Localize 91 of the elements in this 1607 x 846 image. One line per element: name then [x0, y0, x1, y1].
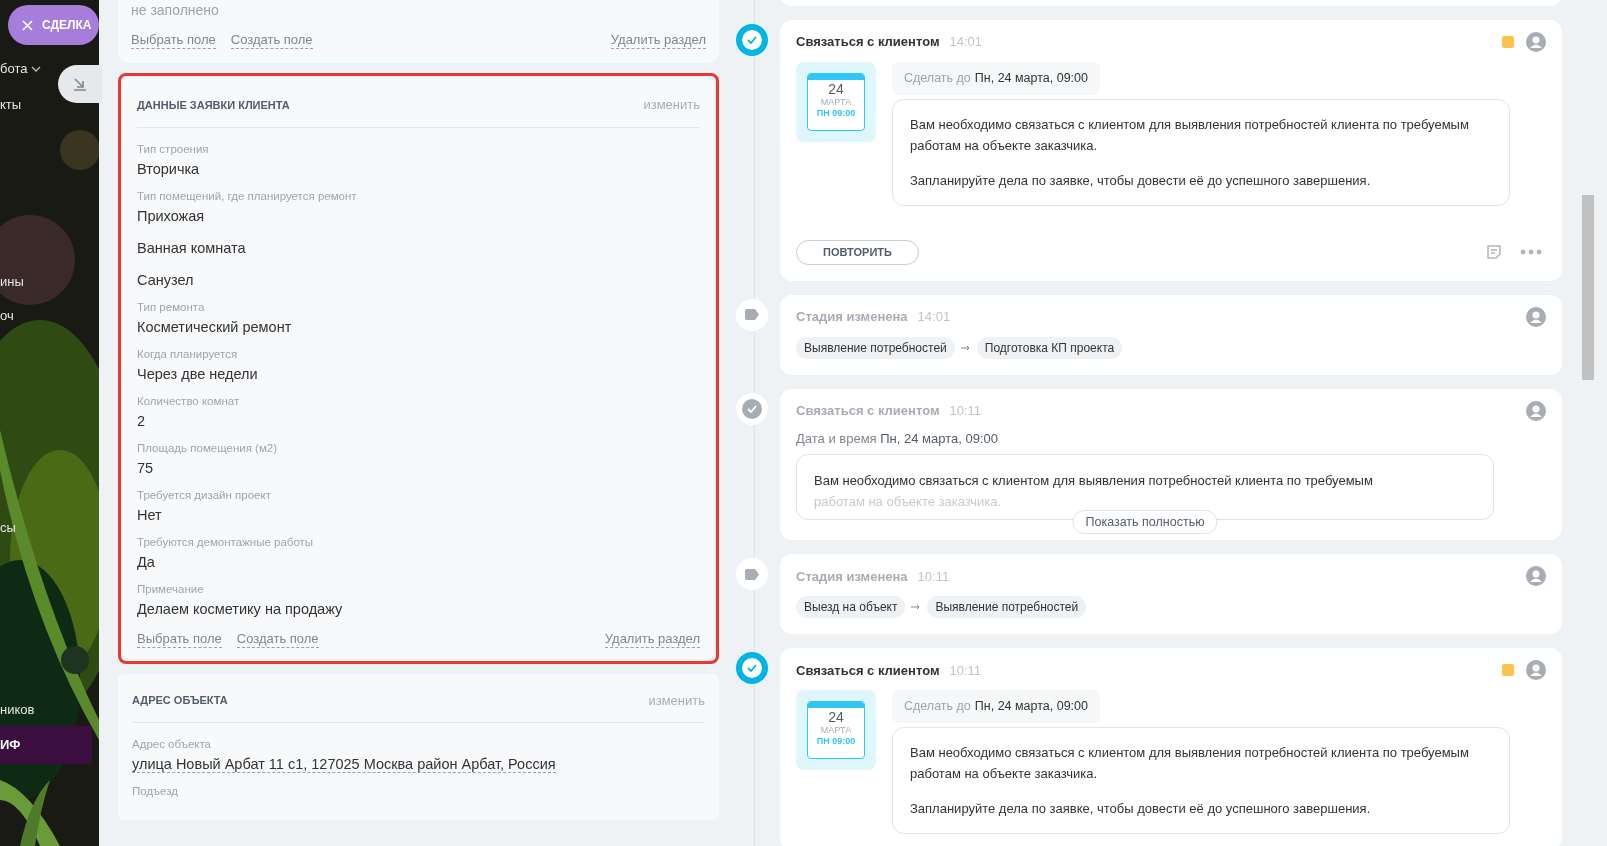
- sidebar-item[interactable]: сы: [0, 518, 16, 538]
- field-label: Когда планируется: [137, 346, 239, 362]
- section-title: ДАННЫЕ ЗАЯВКИ КЛИЕНТА: [137, 97, 290, 113]
- arrow-icon: [911, 604, 922, 611]
- delete-section-link[interactable]: Удалить раздел: [610, 32, 706, 49]
- field-label: Требуется дизайн проект: [137, 487, 272, 503]
- field-label: Требуются демонтажные работы: [137, 534, 315, 550]
- deadline-label: Сделать до: [904, 70, 971, 87]
- check-icon: [736, 392, 768, 425]
- flag-icon: [1502, 36, 1514, 48]
- sidebar-item[interactable]: ИФ: [0, 726, 92, 764]
- chevron-icon: [31, 66, 42, 72]
- field-label: Подъезд: [132, 784, 179, 799]
- calendar-time: ПН 09:00: [816, 736, 856, 748]
- event-title: Связаться с клиентом: [796, 661, 940, 680]
- event-time: 14:01: [917, 308, 951, 326]
- event-title: Стадия изменена: [796, 308, 908, 326]
- field-label: Тип помещений, где планируется ремонт: [137, 188, 358, 204]
- comment-text: Запланируйте дела по заявке, чтобы довести её до успешного завершения.: [910, 171, 1372, 190]
- field-label: Тип ремонта: [137, 299, 206, 315]
- field-value: Через две недели: [137, 365, 258, 382]
- field-value: Делаем косметику на продажу: [137, 600, 343, 617]
- field-link[interactable]: Создать поле: [236, 630, 319, 648]
- delete-section-link[interactable]: Удалить раздел: [604, 630, 700, 648]
- field-value: 75: [137, 459, 154, 476]
- field-label: Площадь помещения (м2): [137, 440, 279, 456]
- field-label: Адрес объекта: [132, 737, 212, 752]
- sidebar-item[interactable]: оч: [0, 306, 14, 326]
- sidebar-item[interactable]: ников: [0, 700, 35, 720]
- field-value: Санузел: [137, 271, 194, 288]
- field-value: 2: [137, 412, 146, 429]
- calendar-day: 24: [828, 709, 844, 726]
- arrow-icon: [960, 344, 971, 351]
- sidebar-item[interactable]: ины: [0, 272, 24, 292]
- calendar-day: 24: [828, 81, 844, 97]
- show-more-button[interactable]: Показать полностью: [1072, 510, 1218, 535]
- stage-tag: Подготовка КП проекта: [976, 336, 1123, 359]
- user-avatar-icon: [1526, 660, 1546, 681]
- collapse-icon: [72, 76, 88, 92]
- field-link[interactable]: Выбрать поле: [137, 630, 222, 648]
- user-avatar-icon: [1526, 306, 1546, 327]
- event-title: Связаться с клиентом: [796, 402, 940, 420]
- scrollbar-thumb[interactable]: [1582, 195, 1594, 380]
- field-value: Вторичка: [137, 160, 200, 177]
- stage-tag: Выезд на объект: [796, 596, 906, 619]
- event-time: 10:11: [917, 567, 950, 586]
- section-title: АДРЕС ОБЪЕКТА: [132, 693, 228, 708]
- sidebar-item[interactable]: кты: [0, 95, 22, 115]
- deadline-label: Сделать до: [904, 698, 971, 716]
- stage-icon: [736, 558, 768, 591]
- note-icon[interactable]: [1486, 244, 1502, 261]
- flag-icon: [1502, 664, 1514, 677]
- more-icon[interactable]: [1520, 249, 1542, 256]
- collapse-button[interactable]: [58, 65, 102, 103]
- empty-value: не заполнено: [131, 1, 220, 20]
- stage-tag: Выявление потребностей: [927, 596, 1087, 619]
- field-link[interactable]: Выбрать поле: [131, 32, 216, 49]
- field-value: Да: [137, 553, 155, 570]
- comment-text: Вам необходимо связаться с клиентом для выявления потребностей клиента по требуемым работам на объекте заказчика.: [910, 744, 1470, 783]
- event-time: 14:01: [949, 33, 983, 52]
- event-title: Связаться с клиентом: [796, 33, 940, 52]
- calendar-month: МАРТА: [820, 725, 852, 737]
- field-value: Нет: [137, 506, 162, 523]
- calendar-time: ПН 09:00: [816, 108, 856, 119]
- date-label: Дата и время: [796, 430, 878, 446]
- comment-text: Запланируйте дела по заявке, чтобы довести её до успешного завершения.: [910, 800, 1372, 818]
- date-value: Пн, 24 марта, 09:00: [880, 430, 998, 446]
- comment-text: Вам необходимо связаться с клиентом для выявления потребностей клиента по требуемым: [814, 472, 1374, 491]
- field-label: Примечание: [137, 581, 205, 597]
- comment-text: Вам необходимо связаться с клиентом для выявления потребностей клиента по требуемым работам на объекте заказчика.: [910, 115, 1470, 155]
- user-avatar-icon: [1526, 400, 1546, 421]
- field-label: Тип строения: [137, 141, 210, 157]
- field-value: улица Новый Арбат 11 с1, 127025 Москва район Арбат, Россия: [132, 756, 556, 773]
- calendar-month: МАРТА: [820, 97, 852, 108]
- stage-tag: Выявление потребностей: [796, 336, 955, 359]
- user-avatar-icon: [1526, 32, 1546, 52]
- sidebar-item[interactable]: бота: [0, 59, 42, 79]
- user-avatar-icon: [1526, 566, 1546, 587]
- field-label: Количество комнат: [137, 393, 241, 409]
- event-title: Стадия изменена: [796, 567, 908, 586]
- comment-text: работам на объекте заказчика.: [814, 493, 1003, 512]
- field-value: Косметический ремонт: [137, 318, 292, 335]
- field-value: Ванная комната: [137, 239, 246, 256]
- deadline-date: Пн, 24 марта, 09:00: [974, 70, 1088, 87]
- stage-icon: [736, 298, 768, 331]
- event-time: 10:11: [949, 402, 982, 420]
- deadline-date: Пн, 24 марта, 09:00: [974, 698, 1088, 716]
- event-time: 10:11: [949, 661, 982, 680]
- close-icon[interactable]: [22, 19, 33, 31]
- field-value: Прихожая: [137, 207, 205, 224]
- field-link[interactable]: Создать поле: [230, 32, 313, 49]
